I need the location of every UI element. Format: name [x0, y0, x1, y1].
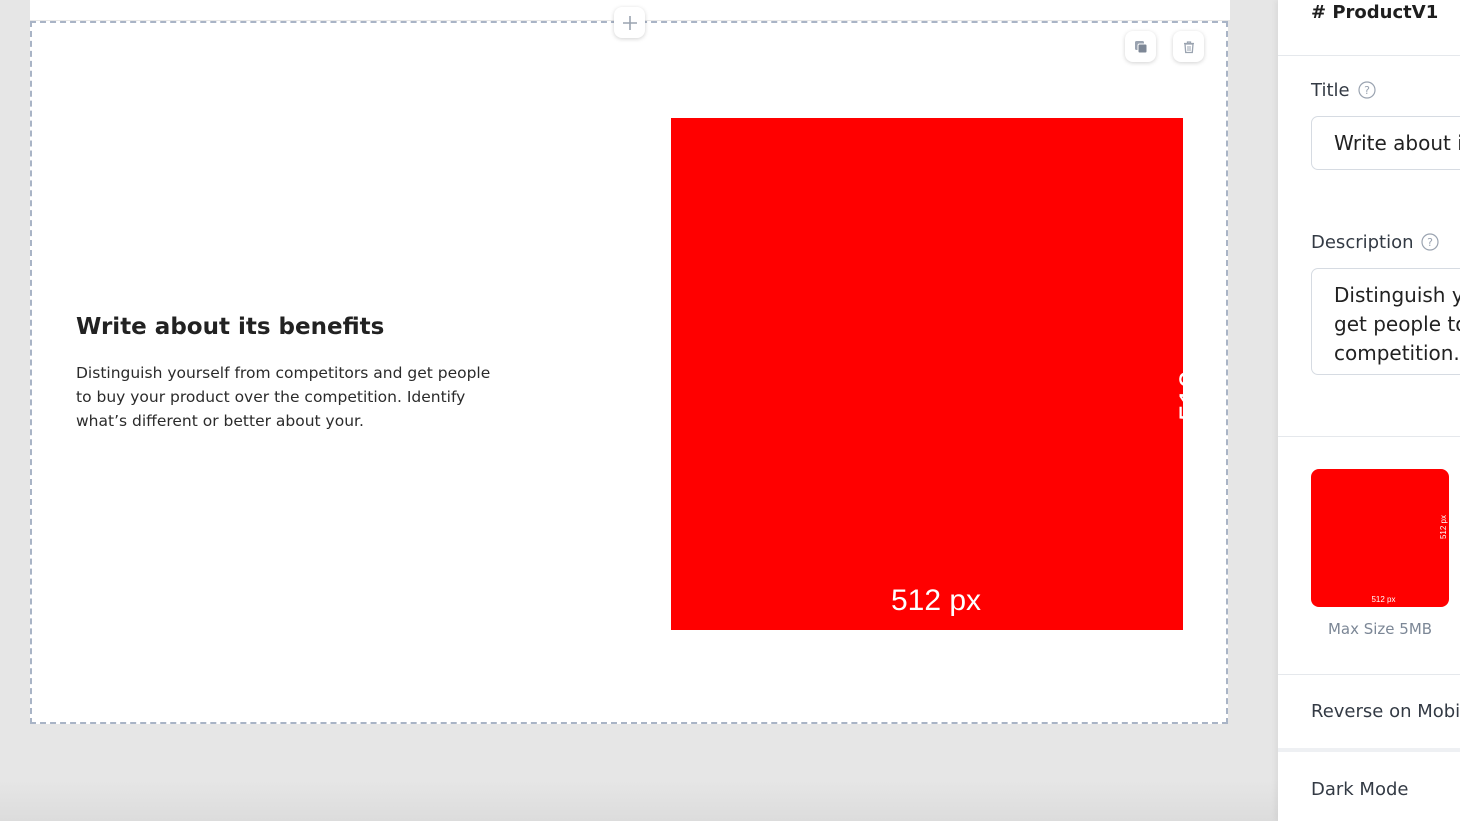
image-upload-thumbnail[interactable]: 512 px 512 px [1311, 469, 1449, 607]
duplicate-section-button[interactable] [1125, 31, 1156, 62]
panel-divider [1278, 436, 1460, 437]
section-description[interactable]: Distinguish yourself from competitors an… [76, 361, 508, 433]
product-image[interactable]: 512 px 512 px [671, 118, 1183, 630]
title-input[interactable]: Write about its benefits [1311, 116, 1460, 170]
description-line-2: get people to buy your product over the [1334, 312, 1460, 336]
max-size-hint: Max Size 5MB [1327, 620, 1433, 638]
thumbnail-width-label: 512 px [1371, 595, 1396, 604]
panel-divider [1278, 674, 1460, 675]
image-height-label: 512 px [1174, 330, 1183, 422]
svg-text:?: ? [1427, 236, 1433, 249]
settings-panel: # ProductV1 Title ? Write about its bene… [1278, 0, 1460, 821]
help-circle-icon[interactable]: ? [1358, 81, 1376, 99]
editor-canvas: Write about its benefits Distinguish you… [0, 0, 1278, 821]
trash-icon [1183, 40, 1194, 53]
panel-divider [1278, 748, 1460, 752]
description-field-label: Description [1311, 232, 1414, 253]
title-input-value: Write about its benefits [1334, 131, 1460, 155]
canvas-bottom-shadow [0, 780, 1278, 821]
image-width-label: 512 px [890, 584, 982, 617]
add-section-button[interactable] [614, 7, 645, 38]
delete-section-button[interactable] [1173, 31, 1204, 62]
section-heading[interactable]: Write about its benefits [76, 314, 556, 340]
plus-icon [622, 15, 637, 30]
title-field-label: Title [1311, 80, 1350, 101]
description-textarea[interactable]: Distinguish yourself from competitors an… [1311, 268, 1460, 375]
panel-divider [1278, 55, 1460, 56]
copy-icon [1134, 40, 1147, 53]
help-circle-icon[interactable]: ? [1421, 233, 1439, 251]
component-name: # ProductV1 [1311, 2, 1439, 23]
dark-mode-label[interactable]: Dark Mode [1311, 779, 1408, 800]
reverse-on-mobile-label[interactable]: Reverse on Mobile [1311, 701, 1460, 722]
description-line-3: competition. Identify what’s different o… [1334, 341, 1460, 365]
svg-text:?: ? [1364, 84, 1370, 97]
thumbnail-height-label: 512 px [1439, 514, 1448, 540]
description-line-1: Distinguish yourself from competitors an… [1334, 283, 1460, 307]
